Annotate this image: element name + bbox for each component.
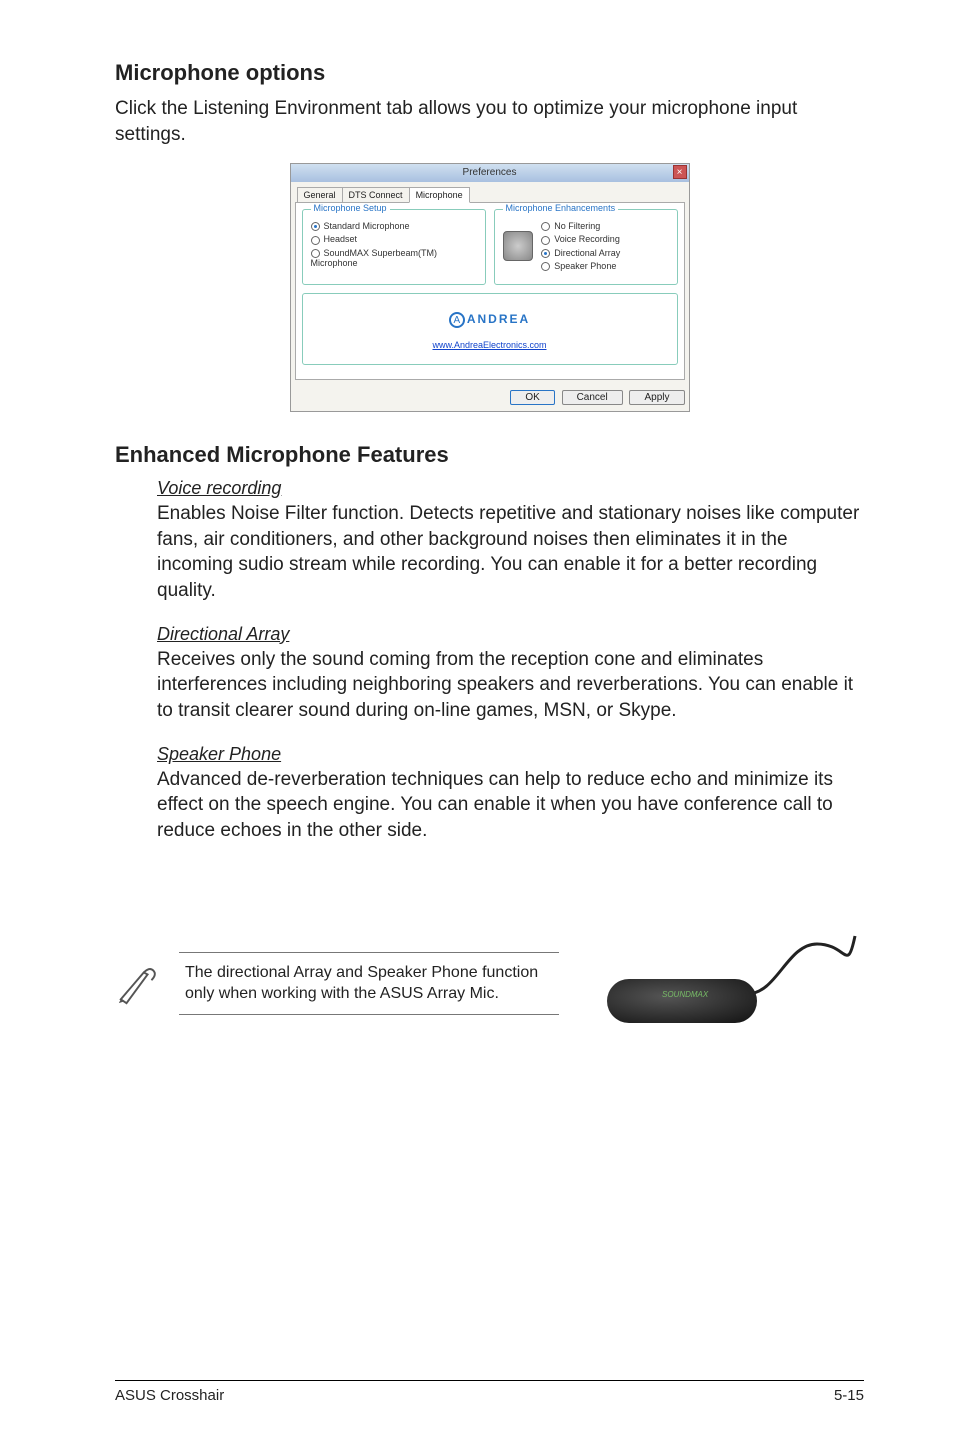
andrea-brand-text: ANDREA [467,312,530,326]
radio-label-headset: Headset [324,234,358,244]
tab-panel-microphone: Microphone Setup Standard Microphone Hea… [295,202,685,380]
groupbox-microphone-setup: Microphone Setup Standard Microphone Hea… [302,209,486,285]
radio-no-filtering[interactable]: No Filtering [541,221,620,231]
mic-badge-text: SOUNDMAX [662,990,708,999]
radio-voice-recording[interactable]: Voice Recording [541,234,620,244]
heading-enhanced-mic-features: Enhanced Microphone Features [115,442,864,468]
legend-microphone-setup: Microphone Setup [311,203,390,213]
radio-headset[interactable]: Headset [311,234,477,244]
footer-right: 5-15 [834,1387,864,1404]
radio-label-directional-array: Directional Array [554,248,620,258]
mic-cable-icon [747,934,857,1014]
ok-button[interactable]: OK [510,390,554,405]
tab-strip: GeneralDTS ConnectMicrophone [291,182,689,202]
tab-general[interactable]: General [297,187,343,202]
body-voice-recording: Enables Noise Filter function. Detects r… [157,501,864,604]
note-row: The directional Array and Speaker Phone … [115,924,864,1044]
page-footer: ASUS Crosshair 5-15 [115,1380,864,1404]
dialog-button-row: OK Cancel Apply [291,384,689,411]
radio-superbeam[interactable]: SoundMAX Superbeam(TM) Microphone [311,248,477,268]
subhead-speaker-phone: Speaker Phone [157,744,864,765]
microphone-thumbnail-icon [503,231,533,261]
body-speaker-phone: Advanced de-reverberation techniques can… [157,767,864,844]
dialog-title: Preferences [291,164,689,182]
note-icon [115,961,161,1007]
close-icon[interactable]: × [673,165,687,179]
groupbox-microphone-enhancements: Microphone Enhancements No Filtering Voi… [494,209,678,285]
dialog-screenshot-container: Preferences × GeneralDTS ConnectMicropho… [115,163,864,412]
subhead-voice-recording: Voice recording [157,478,864,499]
subhead-directional-array: Directional Array [157,624,864,645]
andrea-logo-icon: A [449,312,465,328]
heading-microphone-options: Microphone options [115,60,864,86]
note-text-box: The directional Array and Speaker Phone … [179,952,559,1016]
radio-speaker-phone[interactable]: Speaker Phone [541,261,620,271]
footer-left: ASUS Crosshair [115,1387,224,1404]
body-microphone-options: Click the Listening Environment tab allo… [115,96,864,147]
groupbox-andrea: AANDREA www.AndreaElectronics.com [302,293,678,365]
radio-label-no-filtering: No Filtering [554,221,600,231]
tab-dts-connect[interactable]: DTS Connect [342,187,410,202]
andrea-link[interactable]: www.AndreaElectronics.com [311,340,669,350]
radio-label-superbeam: SoundMAX Superbeam(TM) Microphone [311,248,438,268]
radio-label-voice-recording: Voice Recording [554,234,620,244]
legend-microphone-enhancements: Microphone Enhancements [503,203,619,213]
body-directional-array: Receives only the sound coming from the … [157,647,864,724]
array-mic-image: SOUNDMAX [577,924,864,1044]
radio-directional-array[interactable]: Directional Array [541,248,620,258]
preferences-dialog: Preferences × GeneralDTS ConnectMicropho… [290,163,690,412]
radio-label-standard: Standard Microphone [324,221,410,231]
tab-microphone[interactable]: Microphone [409,187,470,203]
radio-standard-microphone[interactable]: Standard Microphone [311,221,477,231]
note-text: The directional Array and Speaker Phone … [185,963,553,1005]
cancel-button[interactable]: Cancel [562,390,623,405]
radio-label-speaker-phone: Speaker Phone [554,261,616,271]
apply-button[interactable]: Apply [629,390,684,405]
dialog-titlebar: Preferences × [291,164,689,182]
